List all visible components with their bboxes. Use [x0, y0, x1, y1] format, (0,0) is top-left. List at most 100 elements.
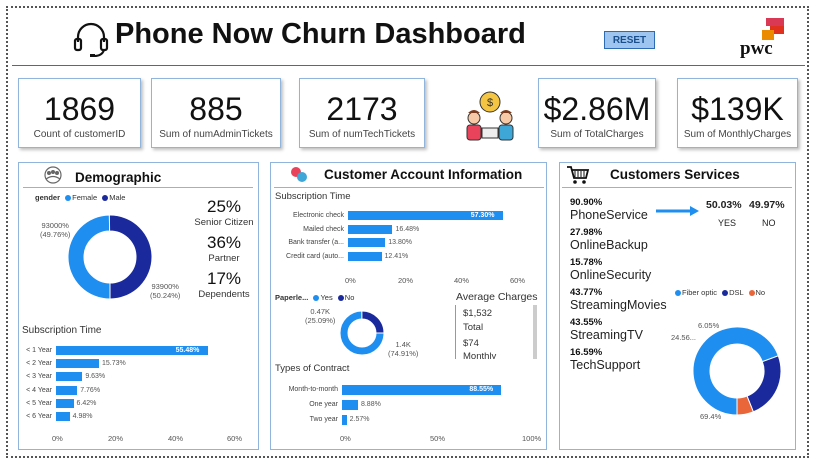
- internet-slice-1[interactable]: [746, 355, 782, 413]
- gender-slice-0[interactable]: [67, 214, 111, 300]
- pwc-logo: pwc: [740, 18, 790, 62]
- legend-label[interactable]: Yes: [320, 293, 332, 302]
- kpi-card-total-charges[interactable]: $2.86M Sum of TotalCharges: [538, 78, 656, 148]
- average-charges-title: Average Charges: [456, 291, 538, 303]
- kpi-label: Sum of MonthlyCharges: [683, 129, 792, 140]
- dependents-value: 17%: [206, 269, 242, 288]
- bar-value-label: 13.80%: [388, 239, 412, 246]
- reset-button[interactable]: RESET: [604, 31, 655, 49]
- gender-slice-1[interactable]: [108, 214, 153, 300]
- paperless-donut-chart[interactable]: [335, 306, 389, 360]
- bar[interactable]: [348, 251, 382, 261]
- legend-dot-icon: [675, 290, 681, 297]
- x-axis: 0% 20% 40% 60%: [345, 276, 526, 285]
- arrow-right-icon: [656, 206, 699, 216]
- legend-label[interactable]: Fiber optic: [682, 288, 717, 297]
- bar-value-label: 2.57%: [349, 416, 370, 423]
- legend-label[interactable]: DSL: [729, 288, 743, 297]
- partner-value: 36%: [206, 233, 242, 252]
- bar-category-label: Mailed check: [303, 225, 344, 233]
- bar-value-label: 7.76%: [80, 386, 101, 394]
- contract-chart[interactable]: Month-to-month 88.55% One year 8.88% Two yea…: [272, 385, 542, 430]
- service-pct: 27.98%: [570, 227, 603, 238]
- avg-total-label: Total: [463, 322, 484, 333]
- internet-label-fiber: 69.4%: [700, 412, 722, 421]
- bar-value-label: 9.63%: [85, 373, 106, 381]
- kpi-card-customers[interactable]: 1869 Count of customerID: [18, 78, 141, 148]
- average-charges-card[interactable]: $1,532 Total $74 Monthly: [455, 305, 539, 359]
- bar-value-label: 15.73%: [101, 360, 126, 368]
- bar-value-label: 88.55%: [469, 386, 494, 393]
- page-title: Phone Now Churn Dashboard: [115, 18, 526, 50]
- bar-category-label: < 1 Year: [26, 347, 52, 354]
- kpi-label: Sum of TotalCharges: [550, 129, 644, 140]
- partner-label: Partner: [208, 253, 240, 264]
- paperless-label-top: 0.47K (25.09%): [305, 307, 336, 325]
- service-pct: 43.55%: [570, 317, 603, 328]
- bar[interactable]: [348, 224, 393, 234]
- donut-label-left: 93000% (49.76%): [40, 221, 71, 239]
- account-info-icon: [291, 167, 307, 182]
- shopping-cart-icon: [567, 166, 590, 184]
- bar-category-label: < 3 Year: [26, 373, 52, 381]
- bar-category-label: Electronic check: [293, 212, 344, 219]
- bar-value-label: 12.41%: [384, 252, 409, 260]
- bar[interactable]: [348, 238, 386, 247]
- account-title: Customer Account Information: [324, 167, 523, 182]
- bar[interactable]: [56, 359, 99, 369]
- paperless-label-bottom: 1.4K (74.91%): [388, 340, 419, 358]
- senior-citizen-value: 25%: [206, 197, 242, 216]
- payment-method-chart[interactable]: Electronic check 57.30% Mailed check 16.48%…: [272, 211, 542, 271]
- bar-category-label: Credit card (auto...: [286, 252, 344, 260]
- bar-value-label: 6.42%: [76, 399, 97, 407]
- contract-title: Types of Contract: [275, 363, 350, 374]
- bar-value-label: 4.98%: [72, 413, 93, 420]
- avg-monthly-label: Monthly: [463, 351, 497, 359]
- legend-dot-icon: [337, 295, 344, 302]
- svg-text:$: $: [487, 97, 493, 109]
- service-pct: 16.59%: [570, 347, 603, 358]
- team-illustration-icon: $: [466, 91, 514, 141]
- x-axis: 0% 50% 100%: [340, 434, 542, 443]
- phone-yes-pct: 50.03%: [706, 199, 742, 211]
- kpi-value: 885: [189, 91, 243, 127]
- kpi-card-admin-tickets[interactable]: 885 Sum of numAdminTickets: [151, 78, 281, 148]
- bar-category-label: Month-to-month: [288, 386, 338, 393]
- service-pct: 43.77%: [570, 287, 603, 298]
- kpi-card-monthly-charges[interactable]: $139K Sum of MonthlyCharges: [677, 78, 798, 148]
- bar[interactable]: [342, 400, 358, 410]
- bar[interactable]: [56, 412, 70, 421]
- service-name: OnlineSecurity: [570, 268, 652, 282]
- bar-category-label: < 6 Year: [26, 413, 52, 420]
- kpi-label: Count of customerID: [33, 129, 126, 140]
- avg-monthly-value: $74: [463, 338, 479, 349]
- legend-title: Paperle...: [275, 293, 309, 302]
- people-icon: [44, 166, 62, 184]
- kpi-label: Sum of numAdminTickets: [159, 129, 273, 140]
- header-separator: [12, 65, 805, 66]
- legend-dot-icon: [748, 290, 755, 297]
- kpi-label: Sum of numTechTickets: [308, 129, 416, 140]
- service-name: StreamingMovies: [570, 298, 667, 312]
- bar[interactable]: [56, 372, 83, 382]
- phone-no-pct: 49.97%: [749, 199, 785, 211]
- demo-stats: 25% Senior Citizen 36% Partner 17% Depen…: [194, 197, 254, 300]
- bar[interactable]: [342, 415, 347, 425]
- internet-label-no: 6.05%: [698, 321, 720, 330]
- bar[interactable]: [56, 385, 78, 395]
- headset-icon: [73, 22, 109, 57]
- bar-value-label: 8.88%: [360, 401, 381, 408]
- kpi-value: $139K: [691, 91, 784, 127]
- phone-yes-label: YES: [718, 218, 737, 228]
- kpi-card-tech-tickets[interactable]: 2173 Sum of numTechTickets: [299, 78, 425, 148]
- bar-value-label: 55.48%: [175, 347, 200, 354]
- subscription-time-title: Subscription Time: [22, 325, 102, 336]
- subscription-time-chart[interactable]: < 1 Year 55.48% < 2 Year 15.73% < 3 Year 9.63…: [20, 346, 255, 436]
- scrollbar[interactable]: [533, 305, 537, 359]
- internet-service-donut-chart[interactable]: [692, 326, 782, 416]
- legend-label[interactable]: No: [345, 293, 355, 302]
- legend-label[interactable]: No: [756, 288, 766, 297]
- services-list: 90.90% PhoneService 27.98% OnlineBackup …: [570, 197, 680, 372]
- bar[interactable]: [56, 398, 74, 408]
- paperless-slice-1[interactable]: [361, 310, 385, 334]
